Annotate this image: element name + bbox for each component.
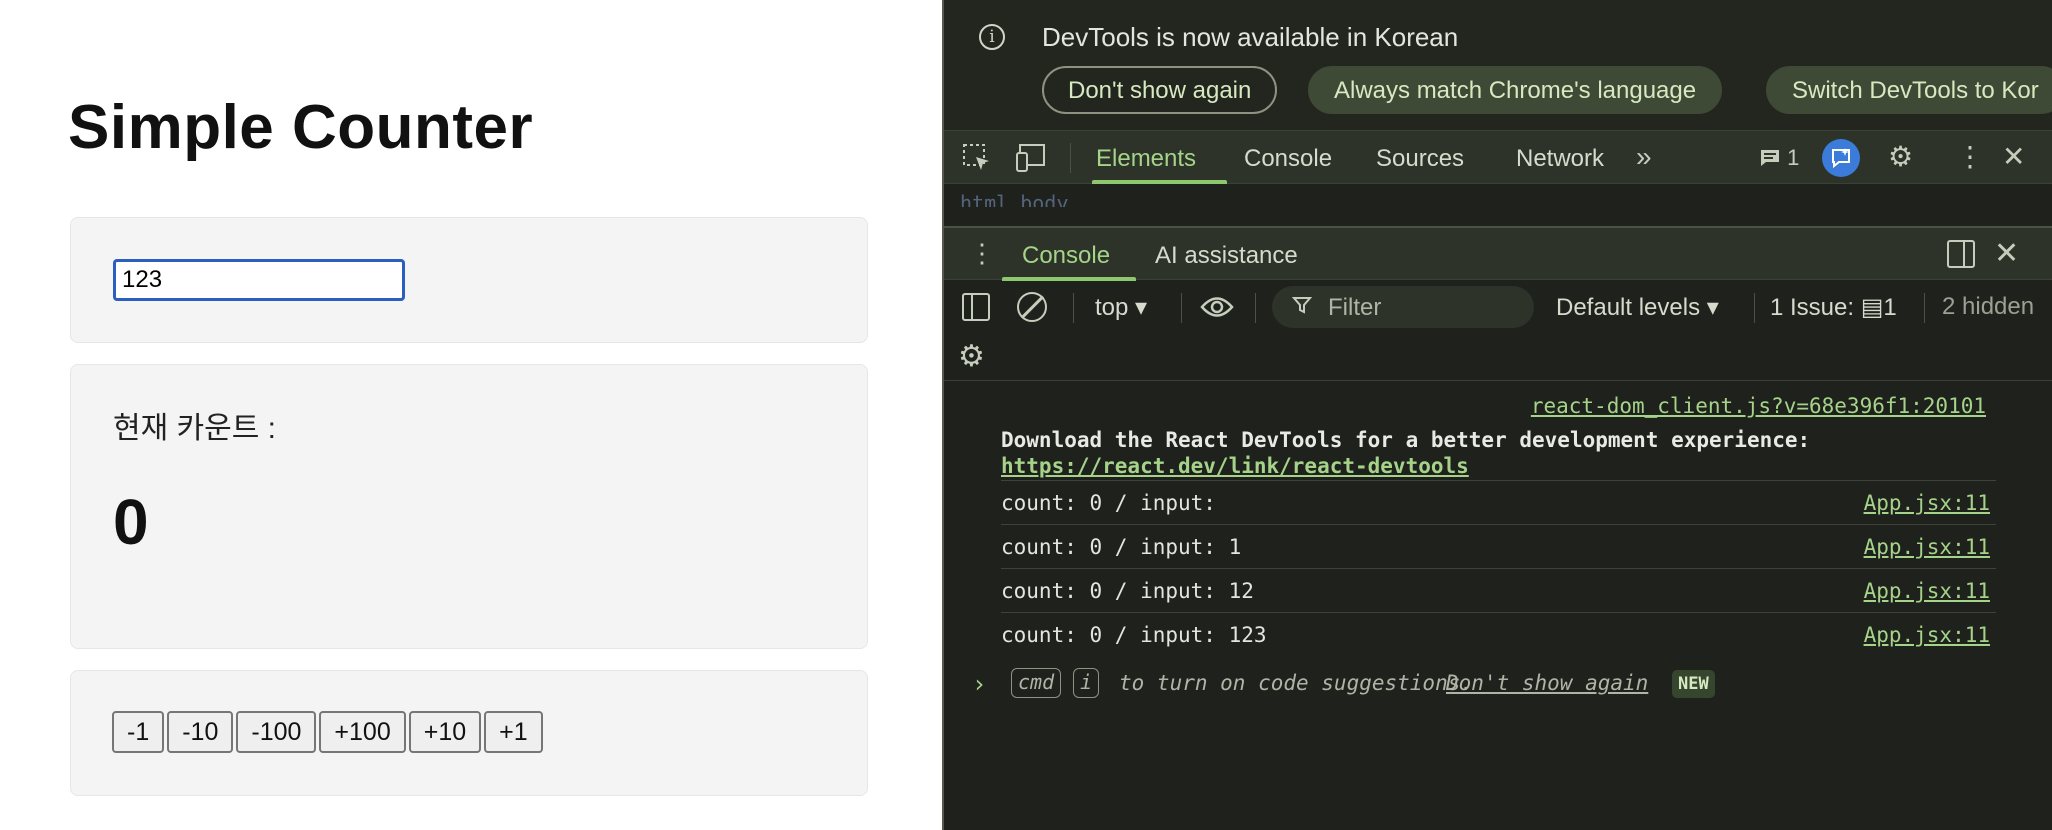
clear-console-icon[interactable] — [1017, 292, 1047, 322]
breadcrumb-text[interactable]: html body — [960, 191, 1068, 207]
console-settings-row: ⚙ — [944, 333, 2052, 381]
react-message-text: Download the React DevTools for a better… — [1001, 428, 1811, 452]
message-icon — [1761, 150, 1779, 166]
counter-button-row: -1 -10 -100 +100 +10 +1 — [112, 711, 543, 753]
code-suggestion-hint: to turn on code suggestions. — [1119, 671, 1474, 695]
counter-input[interactable] — [113, 259, 405, 301]
dont-show-again-button[interactable]: Don't show again — [1042, 66, 1278, 114]
cmd-key-hint: cmd — [1011, 668, 1062, 698]
dock-icon[interactable] — [1947, 240, 1975, 268]
toolbar-divider — [1070, 143, 1071, 173]
message-count-badge[interactable]: 1 — [1759, 145, 1799, 171]
console-log-row: count: 0 / input: App.jsx:11 — [1001, 480, 1996, 524]
info-icon: i — [979, 24, 1005, 50]
close-devtools-icon[interactable]: ✕ — [2002, 143, 2025, 171]
toolbar-divider — [1255, 293, 1256, 323]
tab-sources[interactable]: Sources — [1376, 145, 1464, 173]
new-badge: NEW — [1672, 670, 1715, 698]
drawer-menu-icon[interactable]: ⋮ — [969, 238, 995, 269]
log-message: count: 0 / input: 1 — [1001, 535, 1242, 559]
more-tabs-icon[interactable]: » — [1636, 141, 1652, 173]
toolbar-divider — [1924, 293, 1925, 323]
elements-breadcrumb: html body — [944, 185, 2052, 207]
console-prompt[interactable]: › cmd i to turn on code suggestions. Don… — [972, 668, 2022, 704]
log-message: count: 0 / input: — [1001, 491, 1216, 515]
drawer-tab-ai-assistance[interactable]: AI assistance — [1155, 242, 1298, 270]
react-devtools-message: react-dom_client.js?v=68e396f1:20101 Dow… — [1001, 390, 1996, 478]
toolbar-divider — [1181, 293, 1182, 323]
log-message: count: 0 / input: 12 — [1001, 579, 1254, 603]
toolbar-divider — [1073, 293, 1074, 323]
message-source-link[interactable]: react-dom_client.js?v=68e396f1:20101 — [1531, 394, 1986, 418]
page-title: Simple Counter — [68, 93, 534, 162]
toolbar-divider — [1754, 293, 1755, 323]
eye-icon[interactable] — [1200, 294, 1234, 325]
plus-1-button[interactable]: +1 — [484, 711, 543, 753]
infobar-message: DevTools is now available in Korean — [1042, 22, 1459, 52]
minus-1-button[interactable]: -1 — [112, 711, 165, 753]
prompt-caret-icon: › — [972, 670, 987, 698]
console-settings-gear-icon[interactable]: ⚙ — [958, 339, 985, 374]
log-source-link[interactable]: App.jsx:11 — [1864, 623, 1990, 647]
devtools-panel: i DevTools is now available in Korean Do… — [942, 0, 2052, 830]
console-log-row: count: 0 / input: 12 App.jsx:11 — [1001, 568, 1996, 612]
issues-counter[interactable]: 1 Issue: ▤1 — [1770, 293, 1897, 322]
log-message: count: 0 / input: 123 — [1001, 623, 1267, 647]
minus-10-button[interactable]: -10 — [167, 711, 234, 753]
count-label: 현재 카운트 : — [113, 412, 277, 445]
device-toggle-icon[interactable] — [1016, 143, 1048, 178]
count-card: 현재 카운트 : 0 — [70, 364, 868, 649]
switch-language-button[interactable]: Switch DevTools to Kor — [1766, 66, 2052, 114]
language-infobar: i DevTools is now available in Korean Do… — [944, 0, 2052, 130]
i-key-hint: i — [1073, 668, 1100, 698]
filter-input[interactable]: Filter — [1328, 294, 1381, 322]
kebab-menu-icon[interactable]: ⋮ — [1956, 143, 1984, 171]
app-page: Simple Counter 현재 카운트 : 0 -1 -10 -100 +1… — [0, 0, 942, 830]
filter-icon — [1291, 295, 1313, 321]
react-devtools-link[interactable]: https://react.dev/link/react-devtools — [1001, 454, 1469, 478]
settings-gear-icon[interactable]: ⚙ — [1888, 143, 1913, 171]
log-source-link[interactable]: App.jsx:11 — [1864, 535, 1990, 559]
drawer-tab-console[interactable]: Console — [1022, 242, 1110, 270]
tab-elements[interactable]: Elements — [1096, 145, 1196, 173]
buttons-card: -1 -10 -100 +100 +10 +1 — [70, 670, 868, 796]
ai-assistant-icon[interactable] — [1822, 139, 1860, 177]
log-source-link[interactable]: App.jsx:11 — [1864, 491, 1990, 515]
tab-network[interactable]: Network — [1516, 145, 1604, 173]
close-drawer-icon[interactable]: ✕ — [1994, 236, 2019, 271]
inspect-icon[interactable] — [962, 143, 992, 178]
hidden-messages-count: 2 hidden — [1942, 293, 2035, 320]
plus-100-button[interactable]: +100 — [319, 711, 406, 753]
main-tab-bar: Elements Console Sources Network » 1 ⚙ ⋮… — [944, 130, 2052, 184]
console-output: react-dom_client.js?v=68e396f1:20101 Dow… — [944, 382, 2052, 830]
console-log-row: count: 0 / input: 1 App.jsx:11 — [1001, 524, 1996, 568]
plus-10-button[interactable]: +10 — [408, 711, 482, 753]
filter-field[interactable]: Filter — [1272, 286, 1534, 328]
minus-100-button[interactable]: -100 — [236, 711, 317, 753]
console-log-row: count: 0 / input: 123 App.jsx:11 — [1001, 612, 1996, 656]
input-card — [70, 217, 868, 343]
always-match-language-button[interactable]: Always match Chrome's language — [1308, 66, 1723, 114]
active-tab-indicator — [1092, 180, 1227, 184]
drawer-tab-bar: ⋮ Console AI assistance ✕ — [944, 226, 2052, 281]
count-value: 0 — [113, 486, 149, 558]
log-source-link[interactable]: App.jsx:11 — [1864, 579, 1990, 603]
sidebar-icon[interactable] — [962, 293, 990, 321]
log-levels-selector[interactable]: Default levels ▾ — [1556, 293, 1719, 322]
dismiss-hint-link[interactable]: Don't show again — [1446, 671, 1648, 695]
tab-console[interactable]: Console — [1244, 145, 1332, 173]
context-selector[interactable]: top ▾ — [1095, 293, 1147, 322]
console-toolbar: top ▾ Filter Default levels ▾ 1 Issue: ▤… — [944, 281, 2052, 333]
